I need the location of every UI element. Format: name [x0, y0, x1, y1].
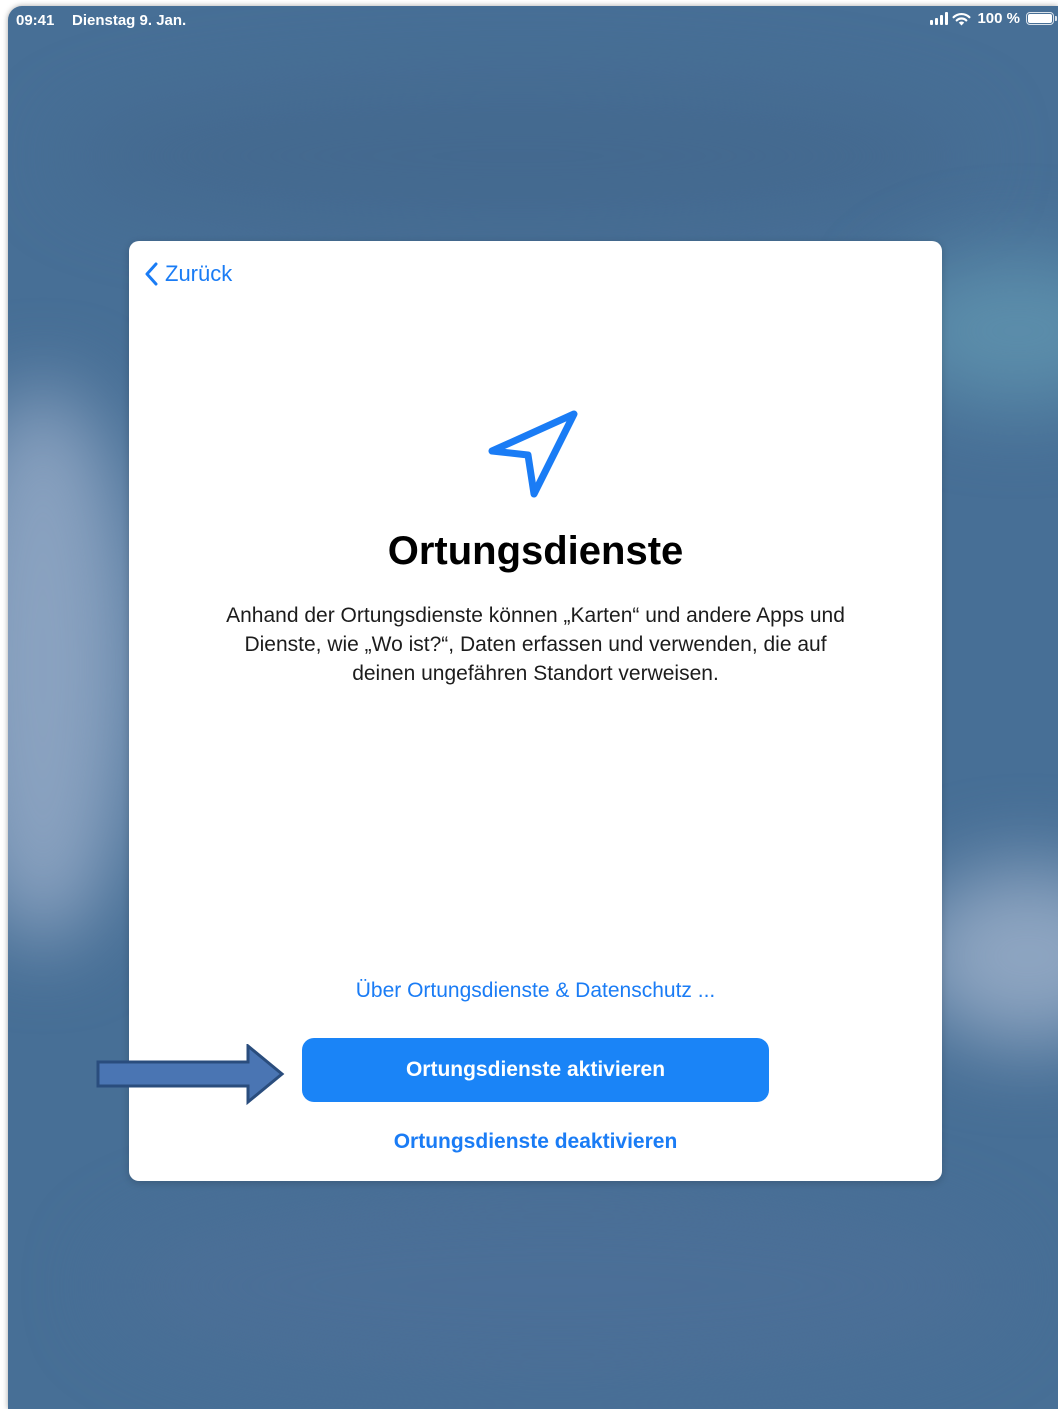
status-time: 09:41	[16, 12, 55, 29]
wifi-icon	[952, 12, 971, 25]
back-button[interactable]: Zurück	[145, 261, 232, 287]
enable-location-services-button[interactable]: Ortungsdienste aktivieren	[302, 1038, 769, 1102]
wallpaper-blur	[108, 1186, 1008, 1386]
chevron-left-icon	[145, 262, 158, 286]
status-date: Dienstag 9. Jan.	[72, 12, 187, 29]
description-text: Anhand der Ortungsdienste können „Karten…	[226, 604, 845, 685]
back-label: Zurück	[165, 261, 233, 286]
page-title: Ortungsdienste	[387, 529, 684, 573]
battery-icon	[1026, 12, 1057, 25]
pointer-arrow-icon	[96, 1044, 285, 1106]
signal-icon	[930, 12, 949, 25]
status-bar: 09:41 Dienstag 9. Jan. 100 %	[8, 6, 1058, 34]
location-arrow-icon	[488, 410, 578, 498]
wallpaper-blur	[68, 86, 968, 226]
status-indicators: 100 %	[930, 10, 1057, 27]
privacy-link[interactable]: Über Ortungsdienste & Datenschutz ...	[129, 979, 942, 1003]
battery-percentage: 100 %	[977, 10, 1020, 27]
disable-location-services-link[interactable]: Ortungsdienste deaktivieren	[129, 1130, 942, 1154]
device-screen: 09:41 Dienstag 9. Jan. 100 % Zurück Ortu	[8, 6, 1058, 1409]
location-services-card: Zurück Ortungsdienste Anhand der Ortungs…	[129, 241, 942, 1181]
wallpaper-blur	[8, 386, 138, 946]
